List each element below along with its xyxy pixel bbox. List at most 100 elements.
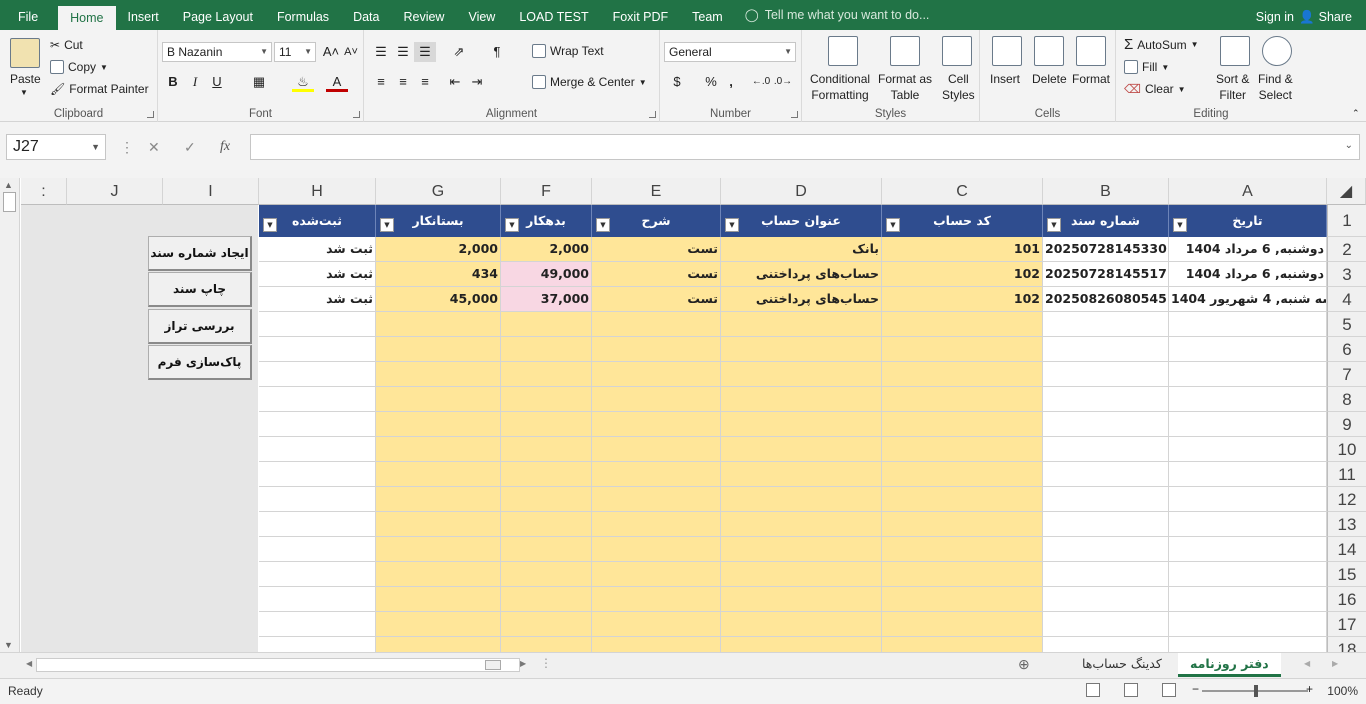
insert-cells-button[interactable]: Insert — [990, 72, 1020, 86]
cell-e7[interactable] — [592, 362, 721, 387]
tab-data[interactable]: Data — [341, 0, 391, 30]
number-launcher-icon[interactable] — [791, 111, 798, 118]
cell-g15[interactable] — [376, 562, 501, 587]
column-header-d[interactable]: D — [721, 178, 882, 205]
cell-g7[interactable] — [376, 362, 501, 387]
row-header-12[interactable]: 12 — [1327, 487, 1366, 512]
bold-button[interactable]: B — [162, 72, 184, 92]
cell-a11[interactable] — [1169, 462, 1327, 487]
row-header-2[interactable]: 2 — [1327, 237, 1366, 262]
cell-f7[interactable] — [501, 362, 592, 387]
filter-dropdown-icon[interactable]: ▼ — [886, 218, 900, 232]
cell-h2[interactable]: ثبت شد — [259, 237, 376, 262]
cell-a10[interactable] — [1169, 437, 1327, 462]
cell-d4[interactable]: حساب‌های پرداختنی — [721, 287, 882, 312]
sheet-tab-chart-of-accounts[interactable]: کدینگ حساب‌ها — [1070, 653, 1174, 677]
row-header-16[interactable]: 16 — [1327, 587, 1366, 612]
cell-d3[interactable]: حساب‌های پرداختنی — [721, 262, 882, 287]
row-header-18[interactable]: 18 — [1327, 637, 1366, 652]
cell-e4[interactable]: تست — [592, 287, 721, 312]
cell-f6[interactable] — [501, 337, 592, 362]
cell-d17[interactable] — [721, 612, 882, 637]
cell-a18[interactable] — [1169, 637, 1327, 652]
cell-h7[interactable] — [259, 362, 376, 387]
row-header-8[interactable]: 8 — [1327, 387, 1366, 412]
align-left-icon[interactable]: ≡ — [370, 72, 392, 92]
cell-c6[interactable] — [882, 337, 1043, 362]
cell-e10[interactable] — [592, 437, 721, 462]
cell-d6[interactable] — [721, 337, 882, 362]
cell-f16[interactable] — [501, 587, 592, 612]
column-header-f[interactable]: F — [501, 178, 592, 205]
filter-dropdown-icon[interactable]: ▼ — [1047, 218, 1061, 232]
sign-in-link[interactable]: Sign in — [1256, 0, 1294, 34]
cell-d12[interactable] — [721, 487, 882, 512]
align-bottom-icon[interactable]: ☰ — [414, 42, 436, 62]
cell-a9[interactable] — [1169, 412, 1327, 437]
conditional-formatting-button[interactable]: Conditional Formatting — [810, 72, 870, 102]
column-header-i[interactable]: I — [163, 178, 259, 205]
cell-f10[interactable] — [501, 437, 592, 462]
filter-dropdown-icon[interactable]: ▼ — [596, 218, 610, 232]
cell-f14[interactable] — [501, 537, 592, 562]
cell-a3[interactable]: دوشنبه, 6 مرداد 1404 — [1169, 262, 1327, 287]
cell-e17[interactable] — [592, 612, 721, 637]
filter-dropdown-icon[interactable]: ▼ — [380, 218, 394, 232]
column-header-a[interactable]: A — [1169, 178, 1327, 205]
cell-f8[interactable] — [501, 387, 592, 412]
cell-d7[interactable] — [721, 362, 882, 387]
column-header-h[interactable]: H — [259, 178, 376, 205]
column-header-e[interactable]: E — [592, 178, 721, 205]
header-account-code[interactable]: کد حساب ▼ — [882, 205, 1043, 237]
delete-cells-button[interactable]: Delete — [1032, 72, 1067, 86]
cell-e11[interactable] — [592, 462, 721, 487]
cell-h12[interactable] — [259, 487, 376, 512]
cell-a13[interactable] — [1169, 512, 1327, 537]
page-break-view-icon[interactable] — [1162, 683, 1176, 697]
font-size-select[interactable]: 11 ▼ — [274, 42, 316, 62]
copy-dropdown-icon[interactable]: ▼ — [100, 63, 108, 72]
cell-g6[interactable] — [376, 337, 501, 362]
copy-button[interactable]: Copy ▼ — [50, 60, 108, 74]
tell-me-box[interactable]: ◯ Tell me what you want to do... — [745, 0, 930, 32]
cell-g12[interactable] — [376, 487, 501, 512]
next-sheet-icon[interactable]: ▶ — [1332, 659, 1338, 668]
cell-e15[interactable] — [592, 562, 721, 587]
header-account-title[interactable]: عنوان حساب ▼ — [721, 205, 882, 237]
cell-b7[interactable] — [1043, 362, 1169, 387]
autosum-button[interactable]: Σ AutoSum ▼ — [1124, 36, 1199, 53]
cell-b8[interactable] — [1043, 387, 1169, 412]
tab-insert[interactable]: Insert — [116, 0, 171, 30]
cell-f9[interactable] — [501, 412, 592, 437]
cell-d14[interactable] — [721, 537, 882, 562]
tab-review[interactable]: Review — [391, 0, 456, 30]
paste-button[interactable]: Paste — [10, 72, 41, 86]
cell-g14[interactable] — [376, 537, 501, 562]
tab-foxit-pdf[interactable]: Foxit PDF — [601, 0, 681, 30]
cell-c15[interactable] — [882, 562, 1043, 587]
row-header-17[interactable]: 17 — [1327, 612, 1366, 637]
select-all-corner[interactable]: ◢ — [1327, 178, 1366, 205]
cell-e2[interactable]: تست — [592, 237, 721, 262]
cell-h3[interactable]: ثبت شد — [259, 262, 376, 287]
horizontal-scrollbar[interactable] — [36, 658, 520, 672]
scroll-down-icon[interactable]: ▼ — [4, 640, 13, 650]
cell-e13[interactable] — [592, 512, 721, 537]
cell-b6[interactable] — [1043, 337, 1169, 362]
cell-e18[interactable] — [592, 637, 721, 652]
cell-d10[interactable] — [721, 437, 882, 462]
currency-button[interactable]: $ — [666, 72, 688, 92]
cell-h14[interactable] — [259, 537, 376, 562]
filter-dropdown-icon[interactable]: ▼ — [263, 218, 277, 232]
cell-f17[interactable] — [501, 612, 592, 637]
cell-g17[interactable] — [376, 612, 501, 637]
tab-team[interactable]: Team — [680, 0, 735, 30]
row-header-13[interactable]: 13 — [1327, 512, 1366, 537]
cell-h9[interactable] — [259, 412, 376, 437]
borders-icon[interactable]: ▦ — [248, 72, 270, 92]
decrease-decimal-icon[interactable]: .0→ — [772, 72, 794, 92]
cell-b10[interactable] — [1043, 437, 1169, 462]
cell-g13[interactable] — [376, 512, 501, 537]
cell-b12[interactable] — [1043, 487, 1169, 512]
filter-dropdown-icon[interactable]: ▼ — [725, 218, 739, 232]
